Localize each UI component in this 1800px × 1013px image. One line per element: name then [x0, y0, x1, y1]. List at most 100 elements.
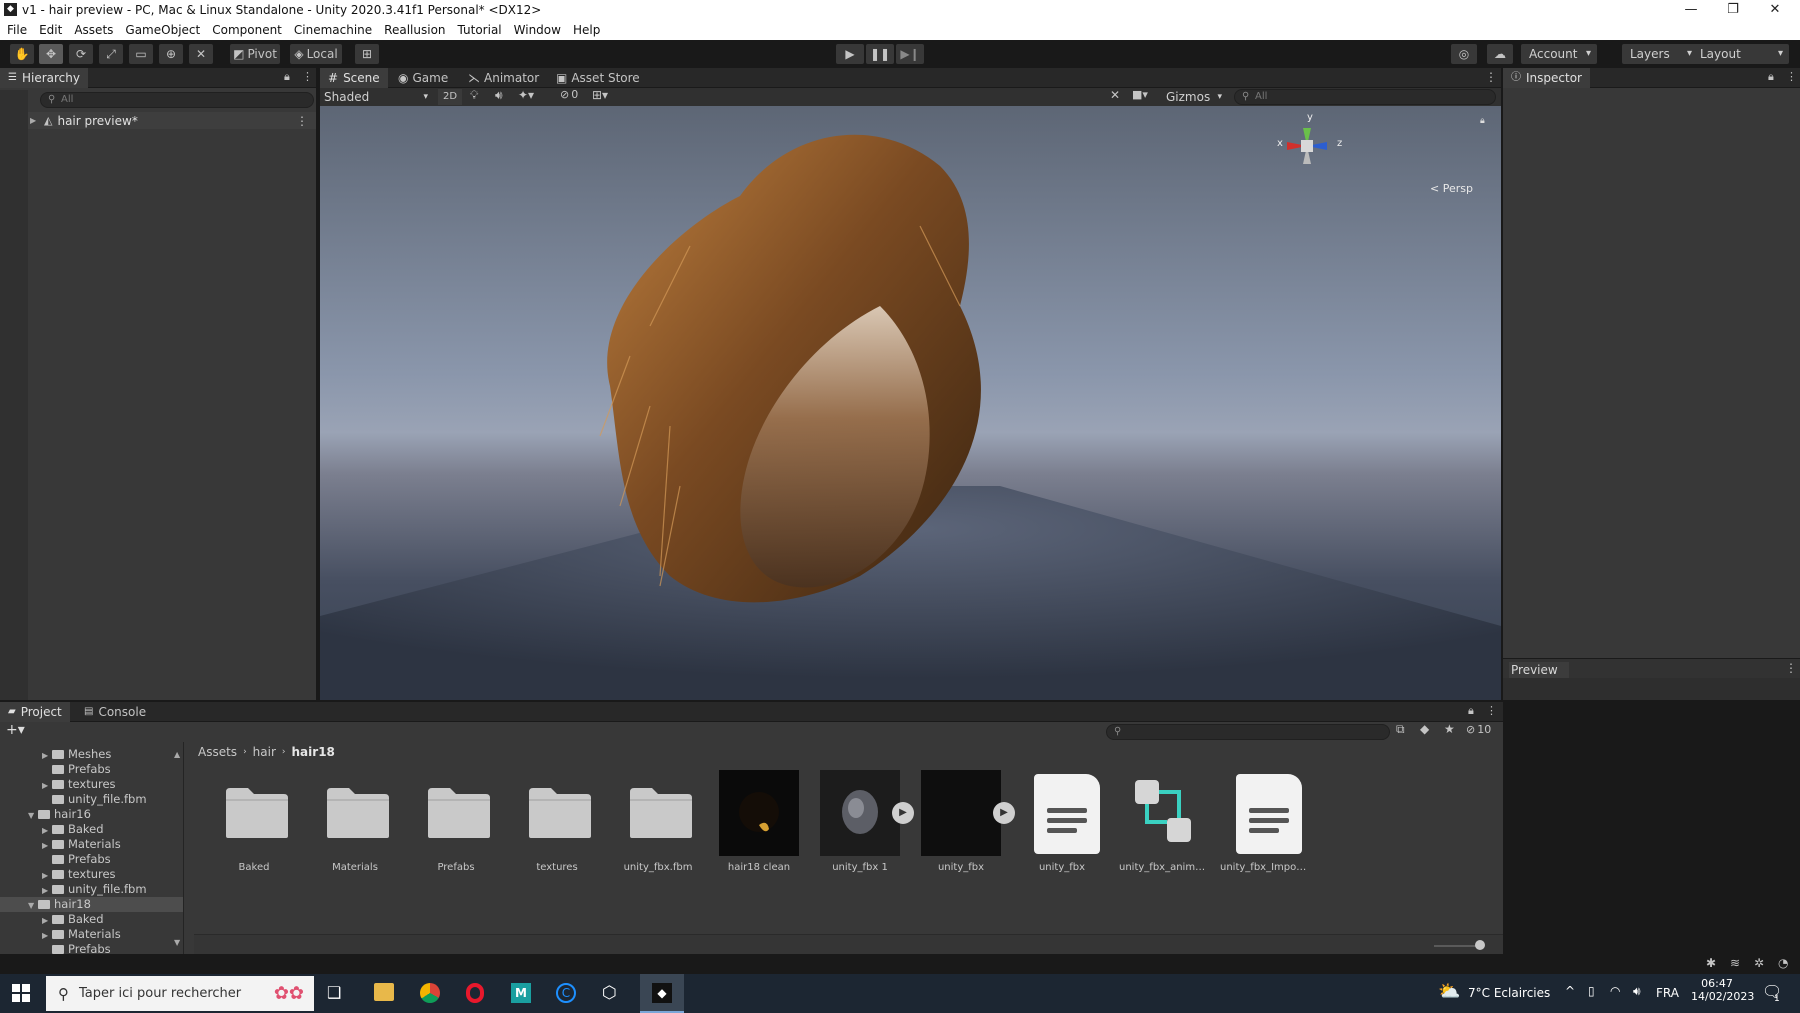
asset-item[interactable]: hair18 clean [715, 770, 803, 890]
tree-scroll-thumb[interactable] [183, 870, 184, 900]
device-icon[interactable]: ▯ [1588, 984, 1595, 998]
asset-item[interactable]: Baked [210, 770, 298, 890]
asset-item[interactable]: Materials [311, 770, 399, 890]
tree-expand-icon[interactable]: ▶ [42, 748, 52, 763]
tree-expand-icon[interactable]: ▶ [42, 928, 52, 943]
opera-icon[interactable] [466, 983, 484, 1003]
cc-app-icon[interactable]: C [556, 983, 576, 1003]
clock[interactable]: 06:47 14/02/2023 [1691, 977, 1754, 1003]
gizmos-dropdown[interactable]: Gizmos ▾ [1166, 89, 1226, 105]
menu-gameobject[interactable]: GameObject [125, 23, 200, 37]
close-icon[interactable]: ✕ [1754, 0, 1796, 20]
hand-tool-icon[interactable]: ✋ [10, 44, 34, 64]
tree-item[interactable]: ▶ Baked [0, 912, 183, 927]
weather-text[interactable]: 7°C Eclaircies [1468, 986, 1550, 1000]
tree-item[interactable]: Prefabs [0, 852, 183, 867]
tab-inspector[interactable]: ⓘ Inspector [1503, 68, 1590, 88]
tree-item[interactable]: ▼ hair16 [0, 807, 183, 822]
minimize-icon[interactable]: — [1670, 0, 1712, 20]
unity-editor-taskbar-button[interactable]: ◆ [640, 974, 684, 1013]
asset-item[interactable]: unity_fbx_animat... [1119, 770, 1207, 890]
camera-icon[interactable]: ■▾ [1132, 88, 1148, 101]
auto-gen-lighting-icon[interactable]: ✱ [1706, 956, 1716, 970]
tree-expand-icon[interactable]: ▶ [42, 778, 52, 793]
asset-item[interactable]: unity_fbx_Importi... [1220, 770, 1308, 890]
tree-item[interactable]: ▶ Materials [0, 927, 183, 942]
scene-kebab-icon[interactable]: ⋮ [1485, 70, 1497, 84]
inspector-kebab-icon[interactable]: ⋮ [1786, 70, 1797, 83]
grid-snap-icon[interactable]: ⊞ [355, 44, 379, 64]
tab-project[interactable]: ▰ Project [0, 702, 70, 722]
restore-icon[interactable]: ❐ [1712, 0, 1754, 20]
account-dropdown[interactable]: Account [1521, 44, 1597, 64]
unity-hub-icon[interactable]: ⬡ [602, 983, 617, 1003]
tree-item[interactable]: ▶ Meshes [0, 747, 183, 762]
shading-mode-dropdown[interactable]: Shaded ▾ [324, 89, 432, 105]
expand-arrow-icon[interactable]: ▶ [30, 116, 40, 125]
rotate-tool-icon[interactable]: ⟳ [69, 44, 93, 64]
hidden-objects-toggle[interactable]: ⊘ 0 [560, 88, 578, 101]
scene-viewport[interactable]: y x z 🔒︎ < Persp [320, 106, 1501, 700]
tree-item[interactable]: Prefabs [0, 942, 183, 954]
project-create-icon[interactable]: +▾ [6, 722, 25, 738]
asset-item[interactable]: unity_fbx [1018, 770, 1106, 890]
taskbar-search-box[interactable]: ⚲ Taper ici pour rechercher ✿✿ [46, 976, 314, 1011]
asset-item[interactable]: ▶ unity_fbx 1 [816, 770, 914, 890]
move-tool-icon[interactable]: ✥ [39, 44, 63, 64]
menu-reallusion[interactable]: Reallusion [384, 23, 445, 37]
collab-icon[interactable]: ◎ [1451, 44, 1477, 64]
wifi-icon[interactable]: ◠ [1610, 984, 1620, 998]
scale-tool-icon[interactable]: ⤢ [99, 44, 123, 64]
menu-component[interactable]: Component [212, 23, 282, 37]
tab-scene[interactable]: # Scene [320, 68, 388, 88]
axis-gizmo[interactable]: y x z [1275, 112, 1345, 176]
project-lock-icon[interactable]: 🔒︎ [1468, 704, 1474, 718]
tree-expand-icon[interactable]: ▶ [42, 838, 52, 853]
pivot-toggle[interactable]: ◩ Pivot [230, 44, 280, 64]
tree-expand-icon[interactable]: ▶ [42, 883, 52, 898]
menu-assets[interactable]: Assets [74, 23, 113, 37]
breadcrumb-assets[interactable]: Assets [198, 745, 237, 759]
play-button[interactable]: ▶ [836, 44, 864, 64]
pause-button[interactable]: ❚❚ [866, 44, 894, 64]
tree-item[interactable]: ▶ textures [0, 867, 183, 882]
preview-kebab-icon[interactable]: ⋮ [1785, 661, 1797, 675]
tree-expand-icon[interactable]: ▶ [42, 868, 52, 883]
breadcrumb-hair[interactable]: hair [253, 745, 276, 759]
maya-icon[interactable]: M [511, 983, 531, 1003]
asset-item[interactable]: ▶ unity_fbx [917, 770, 1015, 890]
search-by-type-icon[interactable]: ⧉ [1396, 722, 1405, 737]
gizmo-lock-icon[interactable]: 🔒︎ [1480, 116, 1485, 126]
kebab-menu-icon[interactable]: ⋮ [302, 70, 313, 83]
tab-game[interactable]: ◉ Game [390, 68, 456, 88]
project-search-input[interactable] [1106, 724, 1390, 740]
scroll-down-icon[interactable]: ▼ [174, 938, 180, 947]
layers-dropdown[interactable]: Layers [1622, 44, 1698, 64]
tab-animator[interactable]: ⋋ Animator [460, 68, 547, 88]
tree-expand-icon[interactable]: ▶ [42, 913, 52, 928]
menu-help[interactable]: Help [573, 23, 600, 37]
grid-toggle-icon[interactable]: ⊞▾ [592, 88, 608, 102]
asset-item[interactable]: textures [513, 770, 601, 890]
language-indicator[interactable]: FRA [1656, 986, 1679, 1000]
layout-dropdown[interactable]: Layout [1692, 44, 1789, 64]
hidden-packages-toggle[interactable]: ⊘ 10 [1466, 723, 1491, 736]
rect-tool-icon[interactable]: ▭ [129, 44, 153, 64]
search-by-label-icon[interactable]: ◆ [1420, 722, 1429, 736]
chrome-icon[interactable] [420, 983, 440, 1003]
tree-expand-icon[interactable]: ▼ [28, 898, 38, 913]
tree-item[interactable]: ▼ hair18 [0, 897, 183, 912]
progress-icon[interactable]: ◔ [1778, 956, 1788, 970]
volume-icon[interactable]: 🔊︎ [1633, 984, 1641, 999]
tree-item[interactable]: Prefabs [0, 762, 183, 777]
tree-item[interactable]: ▶ Baked [0, 822, 183, 837]
menu-file[interactable]: File [7, 23, 27, 37]
inspector-lock-icon[interactable]: 🔒︎ [1768, 70, 1774, 84]
scroll-up-icon[interactable]: ▲ [174, 750, 180, 759]
effects-toggle-icon[interactable]: ✦▾ [518, 88, 534, 102]
weather-icon[interactable]: ⛅ [1438, 981, 1460, 1002]
menu-edit[interactable]: Edit [39, 23, 62, 37]
menu-window[interactable]: Window [514, 23, 561, 37]
tree-item[interactable]: ▶ Materials [0, 837, 183, 852]
step-button[interactable]: ▶❙ [896, 44, 924, 64]
